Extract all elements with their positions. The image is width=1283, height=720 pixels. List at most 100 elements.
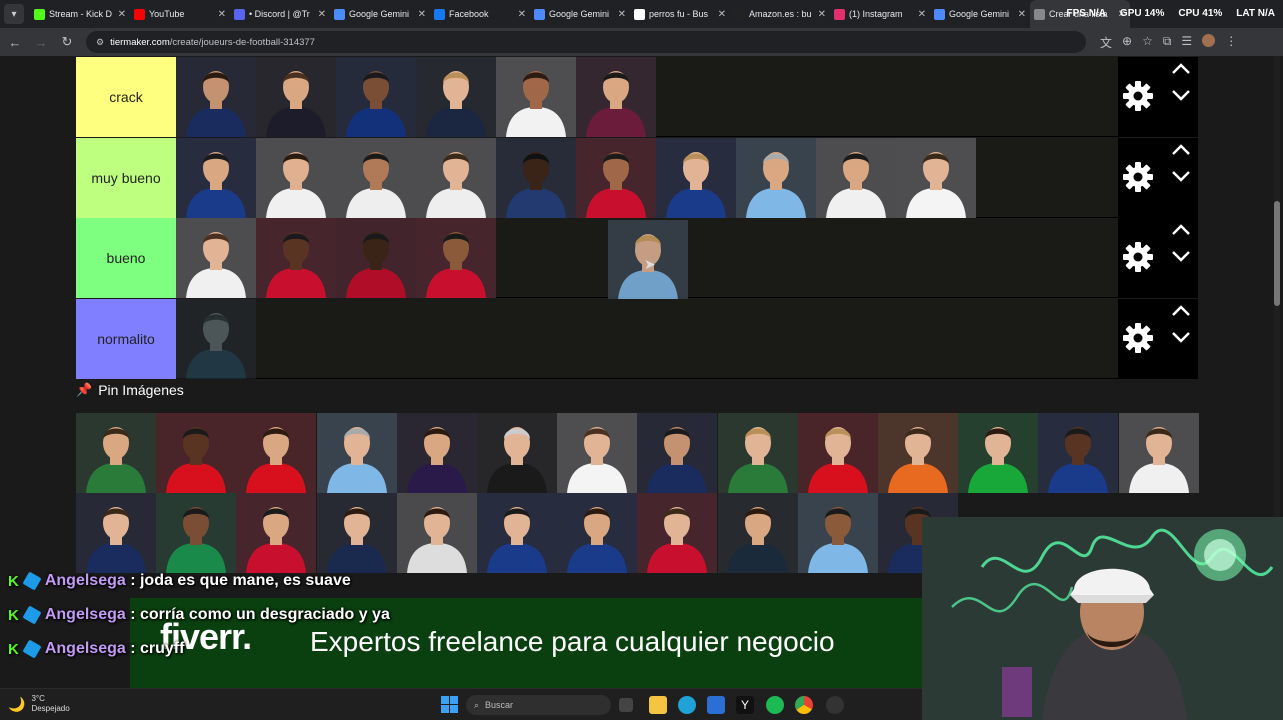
bookmark-star-icon[interactable]: ☆ bbox=[1142, 34, 1153, 51]
player-card[interactable] bbox=[496, 57, 576, 137]
yandex-icon[interactable]: Y bbox=[736, 696, 754, 714]
player-card[interactable] bbox=[176, 137, 256, 218]
pool-player-card[interactable] bbox=[1118, 413, 1199, 493]
player-card[interactable] bbox=[576, 137, 656, 218]
player-card[interactable] bbox=[176, 218, 256, 298]
close-tab-icon[interactable]: ✕ bbox=[518, 9, 526, 20]
settings-gear-icon[interactable] bbox=[1122, 161, 1154, 193]
tier-label[interactable]: bueno bbox=[76, 218, 176, 298]
move-down-icon[interactable] bbox=[1170, 248, 1192, 264]
file-explorer-icon[interactable] bbox=[649, 696, 667, 714]
tier-label[interactable]: crack bbox=[76, 57, 176, 137]
pool-player-card[interactable] bbox=[396, 413, 477, 493]
translate-icon[interactable]: 文 bbox=[1100, 34, 1112, 51]
player-card[interactable] bbox=[256, 218, 336, 298]
tab-search-icon[interactable]: ▾ bbox=[4, 4, 24, 24]
player-card[interactable] bbox=[336, 57, 416, 137]
pool-player-card[interactable] bbox=[477, 493, 557, 573]
close-tab-icon[interactable]: ✕ bbox=[718, 9, 726, 20]
pool-player-card[interactable] bbox=[878, 413, 958, 493]
settings-gear-icon[interactable] bbox=[1122, 241, 1154, 273]
move-up-icon[interactable] bbox=[1170, 303, 1192, 319]
close-tab-icon[interactable]: ✕ bbox=[818, 9, 826, 20]
pool-player-card[interactable] bbox=[1038, 413, 1119, 493]
reading-list-icon[interactable]: ☰ bbox=[1181, 34, 1192, 51]
browser-tab[interactable]: Stream - Kick D ✕ bbox=[30, 0, 130, 28]
move-up-icon[interactable] bbox=[1170, 142, 1192, 158]
move-up-icon[interactable] bbox=[1170, 61, 1192, 77]
close-tab-icon[interactable]: ✕ bbox=[418, 9, 426, 20]
dragging-player-card[interactable]: ➤ bbox=[608, 220, 688, 300]
pool-player-card[interactable] bbox=[797, 493, 878, 573]
tier-label[interactable]: normalito bbox=[76, 298, 176, 379]
pool-player-card[interactable] bbox=[557, 413, 638, 493]
player-card[interactable] bbox=[336, 137, 416, 218]
move-down-icon[interactable] bbox=[1170, 168, 1192, 184]
pool-player-card[interactable] bbox=[156, 413, 237, 493]
pool-player-card[interactable] bbox=[717, 493, 798, 573]
browser-tab[interactable]: perros fu - Bus ✕ bbox=[630, 0, 730, 28]
pool-player-card[interactable] bbox=[637, 413, 718, 493]
player-card[interactable] bbox=[176, 298, 256, 379]
player-card[interactable] bbox=[256, 57, 336, 137]
pool-player-card[interactable] bbox=[637, 493, 718, 573]
close-tab-icon[interactable]: ✕ bbox=[218, 9, 226, 20]
site-info-icon[interactable]: ⚙ bbox=[96, 37, 104, 48]
pool-player-card[interactable] bbox=[316, 413, 397, 493]
pool-player-card[interactable] bbox=[557, 493, 638, 573]
weather-widget[interactable]: 🌙 3°C Despejado bbox=[8, 694, 70, 714]
edge-icon[interactable] bbox=[678, 696, 696, 714]
pool-player-card[interactable] bbox=[76, 413, 156, 493]
forward-icon[interactable]: → bbox=[30, 31, 52, 53]
pool-player-card[interactable] bbox=[316, 493, 397, 573]
close-tab-icon[interactable]: ✕ bbox=[918, 9, 926, 20]
close-tab-icon[interactable]: ✕ bbox=[618, 9, 626, 20]
close-tab-icon[interactable]: ✕ bbox=[118, 9, 126, 20]
pool-player-card[interactable] bbox=[236, 493, 317, 573]
player-card[interactable] bbox=[416, 57, 496, 137]
pool-player-card[interactable] bbox=[717, 413, 798, 493]
browser-tab[interactable]: Google Gemini ✕ bbox=[930, 0, 1030, 28]
browser-tab[interactable]: Amazon.es : bu ✕ bbox=[730, 0, 830, 28]
scrollbar-thumb[interactable] bbox=[1274, 201, 1280, 306]
pool-player-card[interactable] bbox=[477, 413, 557, 493]
spotify-icon[interactable] bbox=[766, 696, 784, 714]
obs-icon[interactable] bbox=[826, 696, 844, 714]
player-card[interactable] bbox=[416, 218, 496, 298]
browser-tab[interactable]: Facebook ✕ bbox=[430, 0, 530, 28]
menu-icon[interactable]: ⋮ bbox=[1225, 34, 1237, 51]
player-card[interactable] bbox=[816, 137, 896, 218]
player-card[interactable] bbox=[176, 57, 256, 137]
taskbar-search[interactable]: ⌕ Buscar bbox=[466, 695, 611, 715]
pool-player-card[interactable] bbox=[76, 493, 156, 573]
player-card[interactable] bbox=[496, 137, 576, 218]
url-field[interactable]: ⚙ tiermaker.com/create/joueurs-de-footba… bbox=[86, 31, 1086, 53]
pool-player-card[interactable] bbox=[236, 413, 317, 493]
player-card[interactable] bbox=[656, 137, 736, 218]
reload-icon[interactable]: ↻ bbox=[56, 31, 78, 53]
pool-player-card[interactable] bbox=[396, 493, 477, 573]
move-up-icon[interactable] bbox=[1170, 222, 1192, 238]
move-down-icon[interactable] bbox=[1170, 87, 1192, 103]
zoom-icon[interactable]: ⊕ bbox=[1122, 34, 1132, 51]
pool-player-card[interactable] bbox=[958, 413, 1039, 493]
settings-gear-icon[interactable] bbox=[1122, 80, 1154, 112]
move-down-icon[interactable] bbox=[1170, 329, 1192, 345]
settings-gear-icon[interactable] bbox=[1122, 322, 1154, 354]
player-card[interactable] bbox=[736, 137, 816, 218]
browser-tab[interactable]: Google Gemini ✕ bbox=[530, 0, 630, 28]
player-card[interactable] bbox=[336, 218, 416, 298]
extensions-icon[interactable]: ⧉ bbox=[1163, 34, 1172, 51]
player-card[interactable] bbox=[576, 57, 656, 137]
tier-label[interactable]: muy bueno bbox=[76, 137, 176, 218]
close-tab-icon[interactable]: ✕ bbox=[1018, 9, 1026, 20]
chrome-icon[interactable] bbox=[795, 696, 813, 714]
profile-avatar[interactable] bbox=[1202, 33, 1216, 47]
task-view-icon[interactable] bbox=[619, 698, 633, 712]
player-card[interactable] bbox=[896, 137, 976, 218]
browser-tab[interactable]: • Discord | @Tr ✕ bbox=[230, 0, 330, 28]
pool-player-card[interactable] bbox=[797, 413, 878, 493]
player-card[interactable] bbox=[256, 137, 336, 218]
back-icon[interactable]: ← bbox=[4, 31, 26, 53]
browser-tab[interactable]: Google Gemini ✕ bbox=[330, 0, 430, 28]
